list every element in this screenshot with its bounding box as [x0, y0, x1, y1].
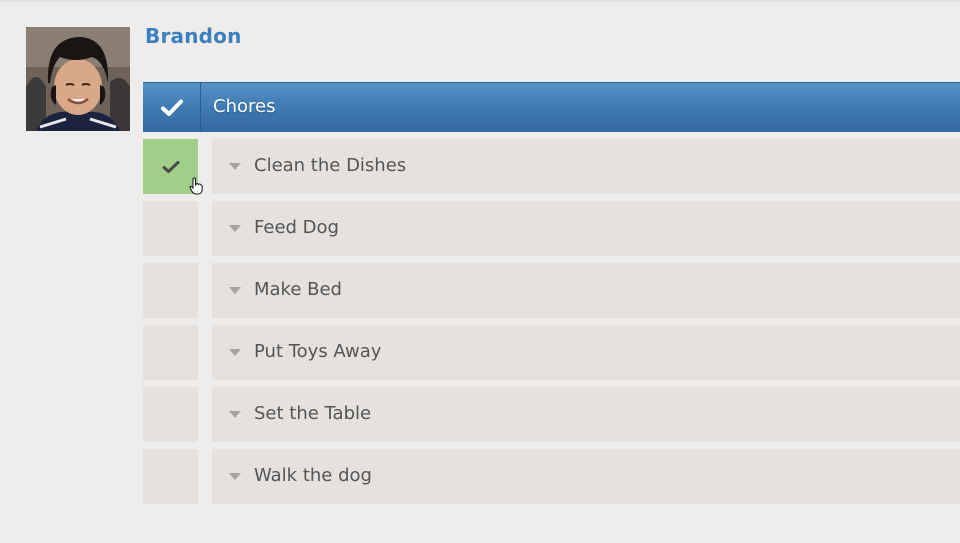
task-row-make-bed: Make Bed — [143, 263, 960, 318]
task-label: Clean the Dishes — [254, 155, 407, 176]
task-label: Walk the dog — [254, 465, 372, 486]
task-checkbox[interactable] — [143, 449, 198, 504]
check-icon — [162, 160, 179, 173]
task-label: Set the Table — [254, 403, 372, 424]
avatar — [26, 27, 130, 131]
task-row-walk-dog: Walk the dog — [143, 449, 960, 504]
list-title: Chores — [213, 96, 276, 117]
caret-down-icon[interactable] — [229, 163, 241, 170]
task-checkbox[interactable] — [143, 263, 198, 318]
list-header: Chores — [143, 82, 960, 132]
child-avatar-photo-icon — [26, 27, 130, 131]
task-item[interactable]: Set the Table — [212, 387, 960, 442]
caret-down-icon[interactable] — [229, 225, 241, 232]
caret-down-icon[interactable] — [229, 411, 241, 418]
task-row-feed-dog: Feed Dog — [143, 201, 960, 256]
task-row-set-table: Set the Table — [143, 387, 960, 442]
task-checkbox[interactable] — [143, 387, 198, 442]
hand-cursor-icon — [189, 177, 203, 195]
task-label: Put Toys Away — [254, 341, 382, 362]
task-label: Make Bed — [254, 279, 342, 300]
task-item[interactable]: Walk the dog — [212, 449, 960, 504]
task-item[interactable]: Put Toys Away — [212, 325, 960, 380]
user-name: Brandon — [145, 24, 242, 48]
caret-down-icon[interactable] — [229, 287, 241, 294]
top-shadow — [0, 0, 960, 3]
check-icon — [160, 99, 183, 116]
task-item[interactable]: Feed Dog — [212, 201, 960, 256]
task-checkbox[interactable] — [143, 201, 198, 256]
task-label: Feed Dog — [254, 217, 339, 238]
task-item[interactable]: Make Bed — [212, 263, 960, 318]
task-checkbox[interactable] — [143, 325, 198, 380]
task-row-clean-dishes: Clean the Dishes — [143, 139, 960, 194]
header-check-toggle[interactable] — [143, 83, 201, 132]
task-item[interactable]: Clean the Dishes — [212, 139, 960, 194]
caret-down-icon[interactable] — [229, 473, 241, 480]
task-row-put-toys-away: Put Toys Away — [143, 325, 960, 380]
caret-down-icon[interactable] — [229, 349, 241, 356]
